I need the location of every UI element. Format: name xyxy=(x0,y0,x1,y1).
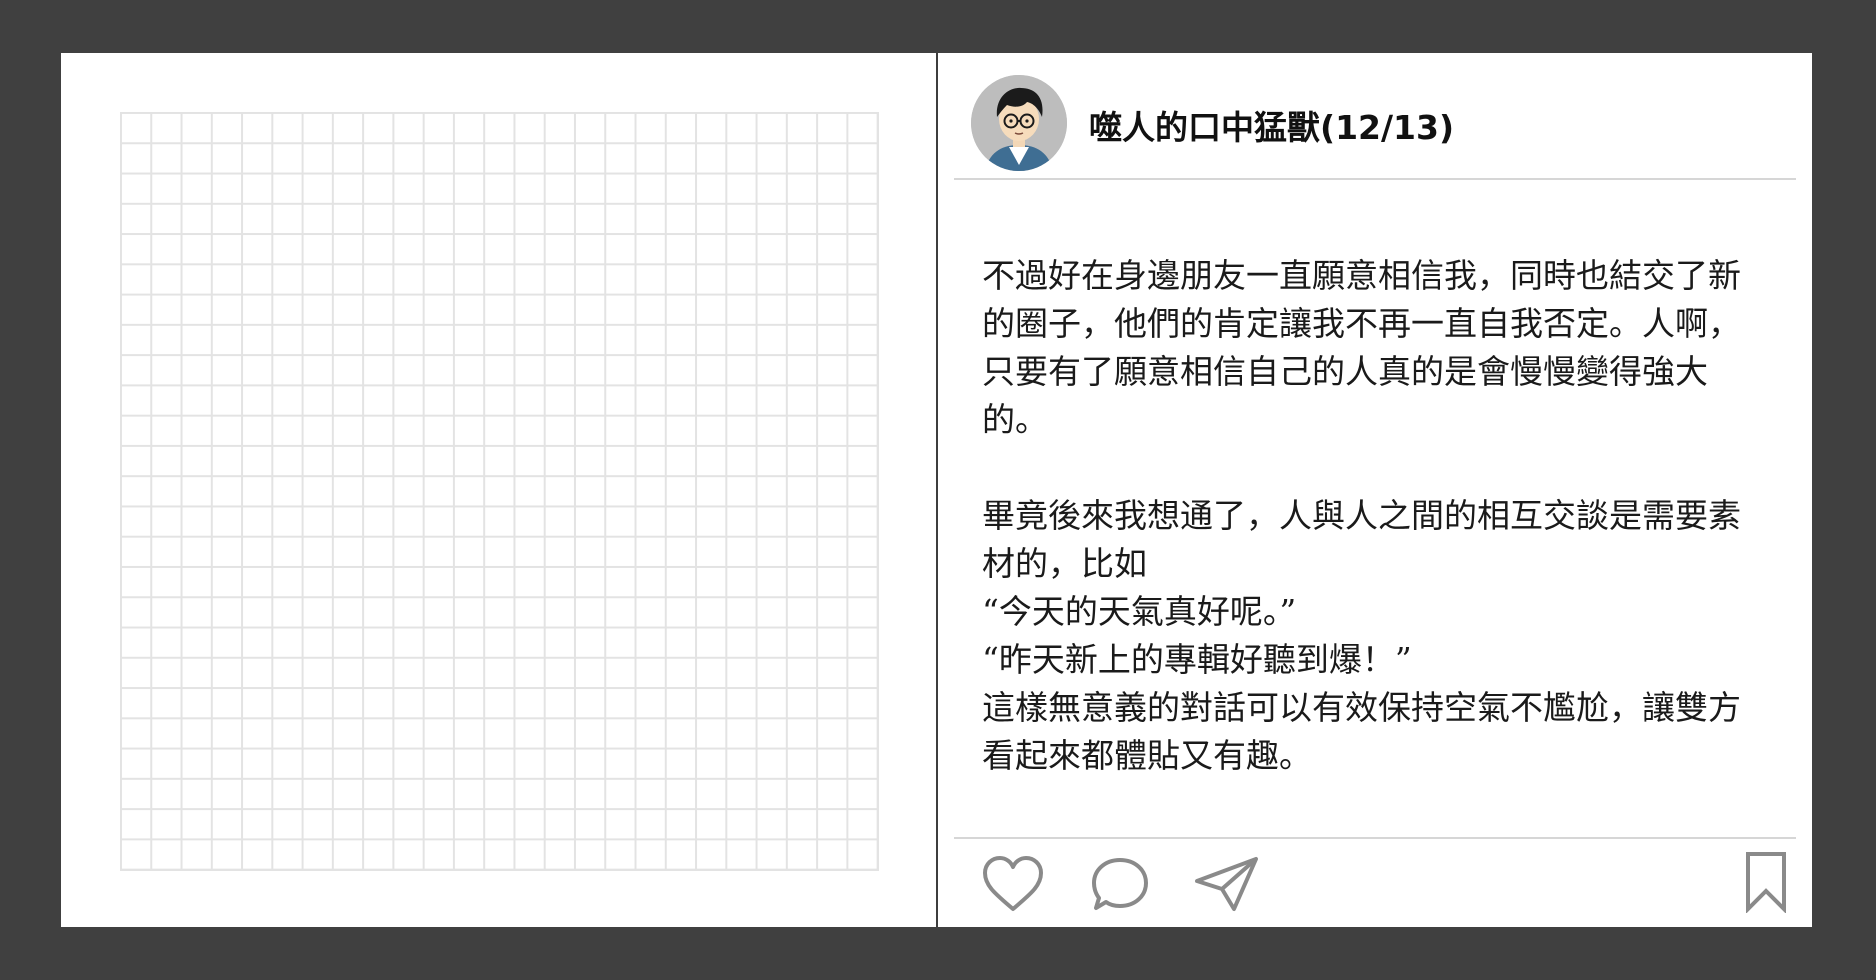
caption-paragraph: 這樣無意義的對話可以有效保持空氣不尷尬，讓雙方看起來都體貼又有趣。 xyxy=(982,688,1741,775)
caption-line: “昨天新上的專輯好聽到爆！” xyxy=(982,640,1412,679)
post-card: 噬人的口中猛獸(12/13) 不過好在身邊朋友一直願意相信我，同時也結交了新的圈… xyxy=(61,53,1812,927)
grid-paper-image xyxy=(120,112,879,871)
avatar-illustration xyxy=(971,75,1067,171)
heart-icon xyxy=(983,856,1043,911)
caption-paragraph: 畢竟後來我想通了，人與人之間的相互交談是需要素材的，比如 xyxy=(982,496,1741,583)
paper-plane-icon xyxy=(1195,857,1258,911)
post-panel: 噬人的口中猛獸(12/13) 不過好在身邊朋友一直願意相信我，同時也結交了新的圈… xyxy=(938,53,1812,927)
save-button[interactable] xyxy=(1744,851,1788,913)
image-panel xyxy=(61,53,937,927)
action-bar xyxy=(938,839,1812,927)
avatar[interactable] xyxy=(971,75,1067,171)
caption-paragraph: 不過好在身邊朋友一直願意相信我，同時也結交了新的圈子，他們的肯定讓我不再一直自我… xyxy=(982,256,1741,439)
comment-bubble-icon xyxy=(1092,858,1148,910)
comment-button[interactable] xyxy=(1091,856,1149,912)
post-header: 噬人的口中猛獸(12/13) xyxy=(938,53,1812,179)
post-username[interactable]: 噬人的口中猛獸(12/13) xyxy=(1089,101,1454,149)
caption-line: “今天的天氣真好呢。” xyxy=(982,592,1297,631)
like-button[interactable] xyxy=(982,855,1044,913)
post-caption: 不過好在身邊朋友一直願意相信我，同時也結交了新的圈子，他們的肯定讓我不再一直自我… xyxy=(982,252,1772,780)
bookmark-icon xyxy=(1746,852,1786,913)
share-button[interactable] xyxy=(1194,855,1260,913)
header-divider xyxy=(954,178,1796,180)
